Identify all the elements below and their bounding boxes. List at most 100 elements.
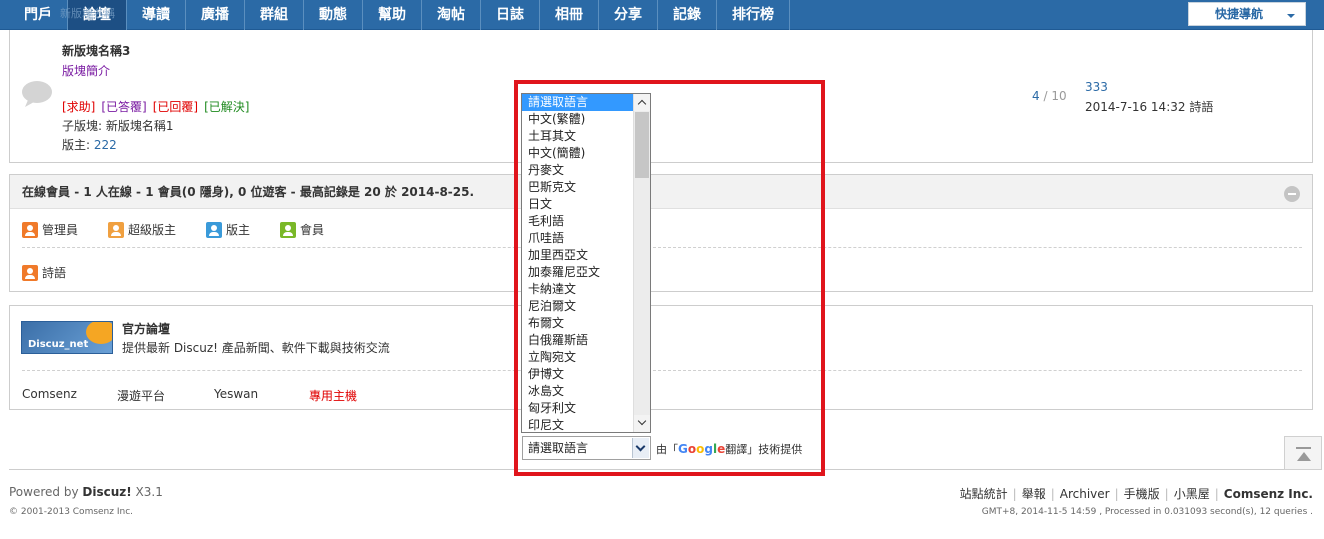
super-moderator-user-icon [108,221,125,238]
divider [22,247,1302,248]
partner-link-comsenz[interactable]: Comsenz [22,387,77,401]
footer-links: 站點統計 | 舉報 | Archiver | 手機版 | 小黑屋 | Comse… [960,485,1313,502]
listbox-scrollbar[interactable] [633,94,650,432]
powered-prefix: Powered by [9,485,83,499]
online-member[interactable]: 詩語 [22,264,66,281]
language-option[interactable]: 中文(簡體) [522,145,633,162]
nav-item-group[interactable]: 群組 [245,0,304,30]
forum-name[interactable]: 新版塊名稱3 [62,42,130,59]
scroll-thumb[interactable] [635,112,649,178]
language-option[interactable]: 尼泊爾文 [522,298,633,315]
language-listbox[interactable]: 請選取語言 中文(繁體) 土耳其文 中文(簡體) 丹麥文 巴斯克文 日文 毛利語… [521,93,651,433]
nav-item-collection[interactable]: 淘帖 [422,0,481,30]
legend-admin-label: 管理員 [42,223,79,237]
language-option[interactable]: 巴斯克文 [522,179,633,196]
language-option[interactable]: 白俄羅斯語 [522,332,633,349]
footer-divider [9,469,1315,470]
online-header: 在線會員 - 1 人在線 - 1 會員(0 隱身), 0 位遊客 - 最高記錄是… [10,175,1312,209]
language-option[interactable]: 匈牙利文 [522,400,633,417]
language-option[interactable]: 卡納達文 [522,281,633,298]
tag-replied[interactable]: [已回覆] [153,98,198,115]
nav-item-album[interactable]: 相冊 [540,0,599,30]
nav-item-guide[interactable]: 導讀 [127,0,186,30]
language-option[interactable]: 土耳其文 [522,128,633,145]
logo-text: Discuz_net [28,339,89,350]
nav-ghost-text: 新版塊名稱 [60,7,115,20]
footer-link-report[interactable]: 舉報 [1022,485,1046,502]
language-option[interactable]: 加里西亞文 [522,247,633,264]
collapse-icon[interactable] [1284,186,1300,202]
footer-link-mobile[interactable]: 手機版 [1124,485,1160,502]
friend-links-panel: Discuz_net 官方論壇 提供最新 Discuz! 產品新聞、軟件下載與技… [9,305,1313,410]
legend-member-label: 會員 [300,223,325,237]
caret-down-icon [1287,14,1295,18]
legend-member: 會員 [280,221,324,238]
tag-help[interactable]: [求助] [62,98,95,115]
tag-solved[interactable]: [已解決] [204,98,249,115]
language-select-value: 請選取語言 [528,441,589,455]
top-nav: 門戶 論壇 導讀 廣播 群組 動態 幫助 淘帖 日誌 相冊 分享 記錄 排行榜 … [0,0,1324,30]
language-option[interactable]: 毛利語 [522,213,633,230]
online-member-name[interactable]: 詩語 [42,264,66,281]
nav-item-broadcast[interactable]: 廣播 [186,0,245,30]
scroll-up-button[interactable] [634,94,650,111]
language-option[interactable]: 布爾文 [522,315,633,332]
footer-meta: GMT+8, 2014-11-5 14:59 , Processed in 0.… [981,507,1313,517]
footer-link-archiver[interactable]: Archiver [1060,487,1110,501]
language-option[interactable]: 請選取語言 [522,94,633,111]
pipe-separator: | [1164,486,1169,501]
google-letter: G [678,442,688,456]
legend-admin: 管理員 [22,221,78,238]
quick-nav-button[interactable]: 快捷導航 [1188,2,1306,26]
language-option[interactable]: 中文(繁體) [522,111,633,128]
moderator-user-icon [206,221,223,238]
partner-link-manyou[interactable]: 漫遊平台 [117,387,165,404]
pipe-separator: | [1114,486,1119,501]
google-translate-credit: 由「Google翻譯」技術提供 [656,441,802,457]
back-to-top-bar-icon [1296,447,1311,449]
tag-answered[interactable]: [已答覆] [101,98,146,115]
pipe-separator: | [1214,486,1219,501]
scroll-down-button[interactable] [634,415,650,432]
language-option[interactable]: 日文 [522,196,633,213]
moderator-line: 版主: 222 [62,136,117,153]
dropdown-arrow-icon[interactable] [632,438,649,458]
powered-brand-link[interactable]: Discuz! [82,485,131,499]
copyright: © 2001-2013 Comsenz Inc. [9,507,134,517]
language-options: 請選取語言 中文(繁體) 土耳其文 中文(簡體) 丹麥文 巴斯克文 日文 毛利語… [522,94,633,432]
language-option[interactable]: 印尼文 [522,417,633,432]
member-user-icon [280,221,297,238]
partner-link-hosting[interactable]: 專用主機 [309,387,357,404]
language-option[interactable]: 丹麥文 [522,162,633,179]
arrow-up-icon [1297,452,1311,461]
nav-item-help[interactable]: 幫助 [363,0,422,30]
nav-item-share[interactable]: 分享 [599,0,658,30]
last-post-link[interactable]: 333 [1085,80,1108,94]
footer-link-stats[interactable]: 站點統計 [960,485,1008,502]
forum-description: 版塊簡介 [62,64,111,78]
footer-link-blackroom[interactable]: 小黑屋 [1174,485,1210,502]
forum-stats: 4 / 10 [1032,89,1067,103]
language-option[interactable]: 加泰羅尼亞文 [522,264,633,281]
nav-item-blog[interactable]: 日誌 [481,0,540,30]
language-select[interactable]: 請選取語言 [522,436,651,460]
nav-item-ranklist[interactable]: 排行榜 [717,0,790,30]
back-to-top-button[interactable] [1284,436,1322,470]
language-option[interactable]: 冰島文 [522,383,633,400]
moderator-name[interactable]: 222 [94,138,117,152]
official-forum-link[interactable]: 官方論壇 [122,320,170,337]
member-legend: 管理員 超級版主 版主 會員 [22,221,324,238]
nav-item-feed[interactable]: 動態 [304,0,363,30]
google-logo[interactable]: Google [678,442,725,456]
partner-link-yeswan[interactable]: Yeswan [214,387,258,401]
discuz-logo[interactable]: Discuz_net [21,321,113,354]
nav-item-doing[interactable]: 記錄 [658,0,717,30]
last-post-meta: 2014-7-16 14:32 詩語 [1085,100,1214,114]
sub-forum-link[interactable]: 子版塊: 新版塊名稱1 [62,117,174,134]
language-option[interactable]: 爪哇語 [522,230,633,247]
speech-bubble-icon[interactable] [20,80,54,108]
logo-blob-shape [86,322,112,344]
language-option[interactable]: 立陶宛文 [522,349,633,366]
footer-brand-link[interactable]: Comsenz Inc. [1224,487,1313,501]
language-option[interactable]: 伊博文 [522,366,633,383]
